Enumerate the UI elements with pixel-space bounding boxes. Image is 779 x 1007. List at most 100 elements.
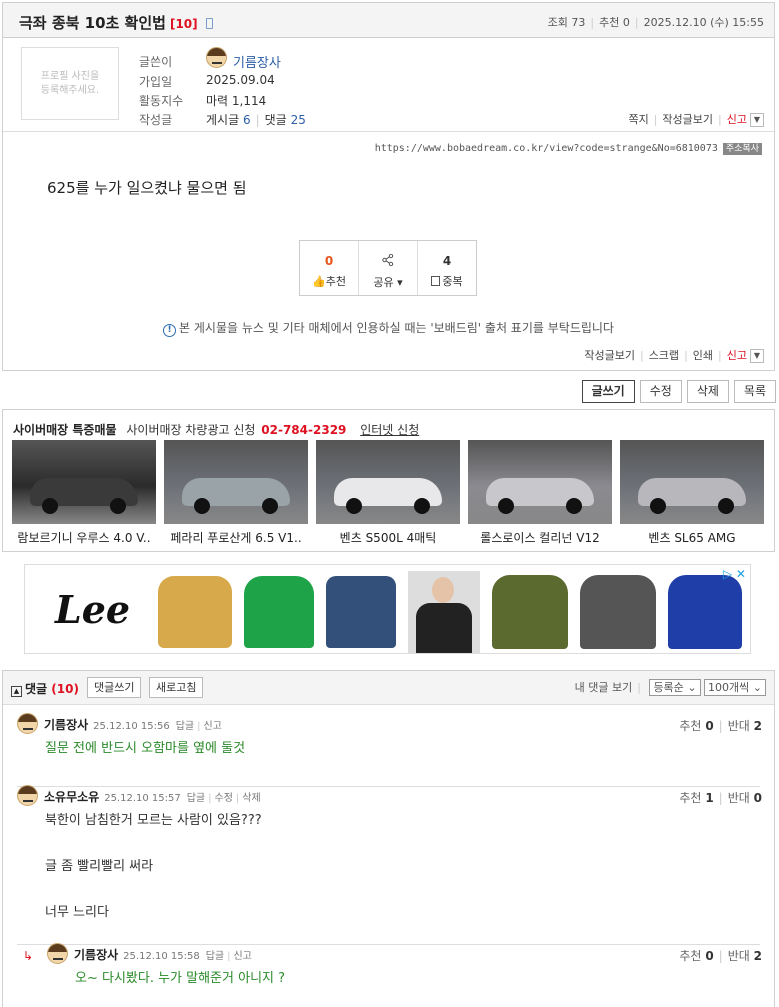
comment-oppose-count: 0 [753,791,762,805]
sort-select[interactable]: 등록순 ⌄ [649,679,701,696]
post-body: 625를 누가 일으켰냐 물으면 됨 [47,179,247,197]
vote-box: 0 👍추천 공유 ▾ 4 중복 [299,240,477,296]
comment-action-link[interactable]: 신고 [203,721,221,732]
comment-action-link[interactable]: 답글 [206,951,224,962]
car-image[interactable] [164,440,308,524]
joined-date: 2025.09.04 [206,73,275,87]
parka-olive-image [492,575,568,649]
separator: | [197,721,201,732]
list-button[interactable]: 목록 [733,380,776,403]
car-item[interactable]: 롤스로이스 컬리넌 V12 [468,440,612,546]
author-label: 글쓴이 [139,55,173,69]
share-icon [359,253,417,269]
post-url: https://www.bobaedream.co.kr/view?code=s… [375,141,762,155]
comment-oppose-label: 반대 [727,719,750,733]
comment-text: 너무 느리다 [45,905,109,920]
comment-action-link[interactable]: 답글 [176,721,194,732]
comment-oppose-label: 반대 [727,949,750,963]
comment-recommend-label: 추천 [679,791,702,805]
report-link[interactable]: 신고 [727,113,747,126]
commenter-avatar-icon [17,713,38,734]
cyber-store-title: 사이버매장 특증매물 [13,423,117,437]
edit-button[interactable]: 수정 [639,380,682,403]
posts-text: 게시글 [206,113,240,127]
comment-recommend-count: 1 [705,791,714,805]
copy-url-button[interactable]: 주소복사 [722,143,762,155]
comment-header: 기름장사 25.12.10 15:56 답글 | 신고 [44,716,222,733]
message-link[interactable]: 쪽지 [628,113,648,126]
comment-oppose[interactable]: 반대 2 [728,719,762,733]
per-page-select[interactable]: 100개씩 ⌄ [704,679,766,696]
report-link-bottom[interactable]: 신고 [727,349,747,362]
chevron-down-icon[interactable]: ▼ [750,113,764,127]
commenter-name[interactable]: 기름장사 [74,948,118,962]
comment-recommend-count: 0 [705,719,714,733]
comment-oppose[interactable]: 반대 2 [728,949,762,963]
profile-placeholder: 프로필 사진을 등록해주세요. [21,47,119,120]
posts-stats: 게시글 6 | 댓글 25 [206,113,306,127]
store-phone: 02-784-2329 [261,423,347,437]
my-comments-link[interactable]: 내 댓글 보기 [575,681,633,694]
car-name[interactable]: 람보르기니 우루스 4.0 V.. [12,529,156,546]
online-apply-link[interactable]: 인터넷 신청 [360,423,419,437]
comments-title[interactable]: ▲ 댓글 (10) [11,680,79,697]
comment-time: 25.12.10 15:57 [104,793,181,804]
car-image[interactable] [12,440,156,524]
sweatshirt-green-image [244,576,314,648]
activity-value: 마력 1,114 [206,94,267,108]
commenter-avatar-icon [47,943,68,964]
refresh-button[interactable]: 새로고침 [149,677,204,698]
cyber-store-section: 사이버매장 특증매물 사이버매장 차량광고 신청 02-784-2329 인터넷… [2,409,775,552]
comment-item: 소유무소유 25.12.10 15:57 답글 | 수정 | 삭제 추천 1 | 반대 0 북한이 … [3,785,774,945]
comment-votes: 추천 1 | 반대 0 [679,791,762,805]
comment-action-link[interactable]: 답글 [187,793,205,804]
scrap-link[interactable]: 스크랩 [649,349,679,362]
car-name[interactable]: 벤츠 S500L 4매틱 [316,529,460,546]
ad-brand-logo: Lee [55,587,131,632]
comment-action-link[interactable]: 수정 [215,793,233,804]
write-comment-button[interactable]: 댓글쓰기 [87,677,142,698]
delete-button[interactable]: 삭제 [686,380,729,403]
comments-title-text: 댓글 [25,682,48,696]
collapse-icon[interactable]: ▲ [11,686,22,697]
car-name[interactable]: 벤츠 SL65 AMG [620,529,764,546]
comment-text: 오~ 다시봤다. 누가 말해준거 아니지 ? [75,971,286,986]
car-item[interactable]: 페라리 푸로산게 6.5 V1.. [164,440,308,546]
comment-action-link[interactable]: 신고 [233,951,251,962]
recommend-button[interactable]: 0 👍추천 [300,241,359,295]
duplicate-button[interactable]: 4 중복 [418,241,476,295]
comment-recommend[interactable]: 추천 0 [679,949,713,963]
commenter-name[interactable]: 기름장사 [44,718,88,732]
car-name[interactable]: 롤스로이스 컬리넌 V12 [468,529,612,546]
comment-action-link[interactable]: 삭제 [242,793,260,804]
view-posts-link-bottom[interactable]: 작성글보기 [584,349,635,362]
share-button[interactable]: 공유 ▾ [359,241,418,295]
car-item[interactable]: 벤츠 SL65 AMG [620,440,764,546]
ad-choices-icon[interactable]: ▷ ✕ [723,567,746,581]
car-image[interactable] [316,440,460,524]
chevron-down-icon[interactable]: ▼ [750,349,764,363]
author-name[interactable]: 기름장사 [233,52,281,71]
car-item[interactable]: 람보르기니 우루스 4.0 V.. [12,440,156,546]
view-posts-link[interactable]: 작성글보기 [662,113,713,126]
comment-text: 질문 전에 반드시 오함마를 옆에 둘것 [45,741,246,756]
print-link[interactable]: 인쇄 [693,349,713,362]
car-name[interactable]: 페라리 푸로산게 6.5 V1.. [164,529,308,546]
commenter-name[interactable]: 소유무소유 [44,790,99,804]
comment-recommend[interactable]: 추천 1 [679,791,713,805]
ad-banner[interactable]: Lee ▷ ✕ [24,564,751,654]
comment-count-badge[interactable]: [10] [170,17,198,31]
posts-count[interactable]: 6 [243,113,251,127]
comment-oppose[interactable]: 반대 0 [728,791,762,805]
author-actions: 쪽지 | 작성글보기 | 신고 ▼ [628,111,764,127]
car-item[interactable]: 벤츠 S500L 4매틱 [316,440,460,546]
car-image[interactable] [620,440,764,524]
replies-count[interactable]: 25 [291,113,306,127]
comment-recommend[interactable]: 추천 0 [679,719,713,733]
chevron-down-icon: ⌄ [687,681,697,694]
car-image[interactable] [468,440,612,524]
comments-section: ▲ 댓글 (10) 댓글쓰기 새로고침 내 댓글 보기 | 등록순 ⌄ 100개씩 … [2,670,775,1007]
citation-notice-text: 본 게시물을 뉴스 및 기타 매체에서 인용하실 때는 '보배드림' 출처 표기… [179,321,614,335]
model-photo-image [408,571,480,653]
write-button[interactable]: 글쓰기 [581,380,635,403]
